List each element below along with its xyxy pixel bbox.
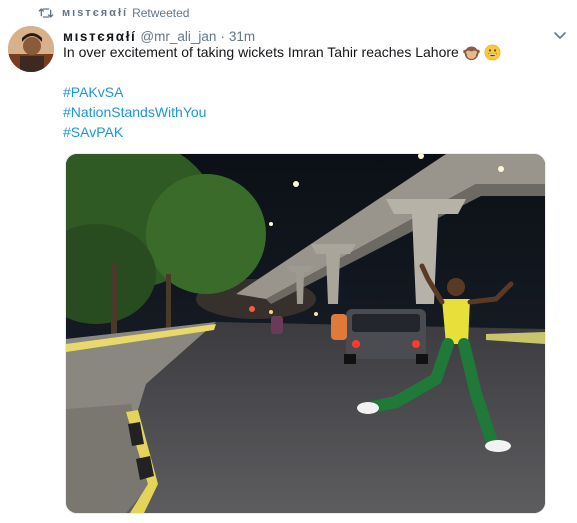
separator-dot: · — [220, 28, 225, 44]
tweet-text-row: In over excitement of taking wickets Imr… — [63, 43, 553, 62]
tweet-text: In over excitement of taking wickets Imr… — [63, 44, 459, 60]
author-handle[interactable]: @mr_ali_jan — [140, 29, 216, 44]
retweeter-name[interactable]: мιѕтєяαłí — [62, 7, 128, 19]
retweet-icon — [38, 8, 54, 18]
night-street-photo — [66, 154, 545, 513]
grinning-face-emoji — [484, 44, 501, 61]
tweet-media-photo[interactable] — [65, 153, 546, 514]
tweet-timestamp[interactable]: 31m — [229, 29, 255, 44]
retweet-context: мιѕтєяαłí Retweeted — [38, 4, 189, 22]
hashtag-link[interactable]: #NationStandsWithYou — [63, 102, 206, 122]
chevron-down-icon[interactable] — [553, 29, 567, 43]
hashtag-link[interactable]: #SAvPAK — [63, 122, 206, 142]
see-no-evil-monkey-emoji — [463, 46, 480, 61]
author-display-name[interactable]: мιѕтєяαłí — [63, 29, 136, 44]
retweeted-label: Retweeted — [132, 6, 190, 20]
avatar[interactable] — [8, 26, 54, 72]
hashtag-list: #PAKvSA #NationStandsWithYou #SAvPAK — [63, 82, 206, 142]
hashtag-link[interactable]: #PAKvSA — [63, 82, 206, 102]
